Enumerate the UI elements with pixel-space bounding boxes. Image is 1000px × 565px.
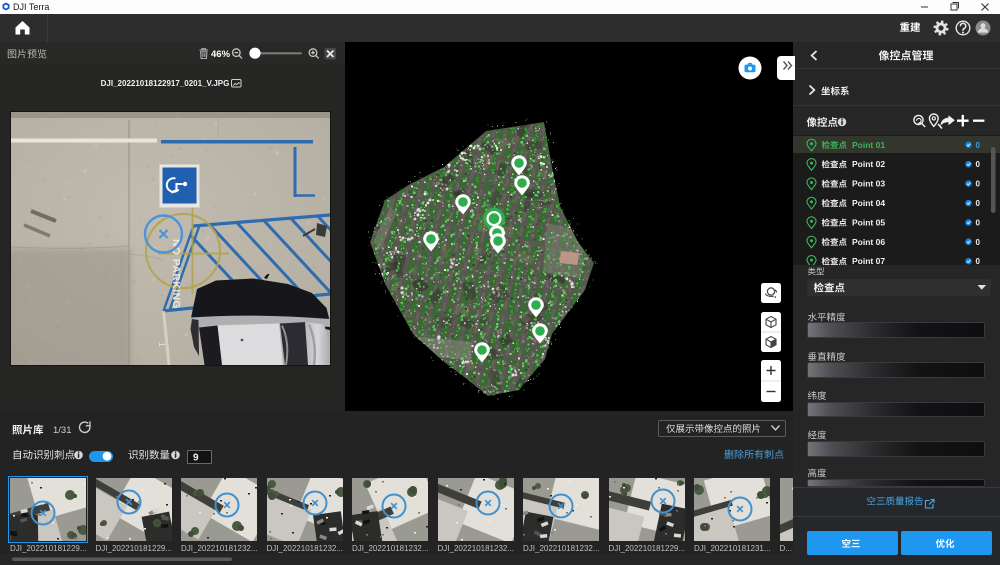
svg-text:Point 05: Point 05 [852,217,885,227]
svg-text:0: 0 [976,257,981,265]
svg-text:0: 0 [976,141,981,150]
svg-text:Point 01: Point 01 [852,140,885,150]
svg-text:Point 06: Point 06 [852,237,885,247]
svg-text:Point 02: Point 02 [852,159,885,169]
svg-text:Point 04: Point 04 [852,198,885,208]
svg-text:Point 03: Point 03 [852,179,885,189]
svg-text:0: 0 [976,218,981,227]
svg-text:0: 0 [976,199,981,208]
svg-text:1: 1 [157,342,167,347]
svg-text:0: 0 [976,160,981,169]
svg-text:Point 07: Point 07 [852,256,885,265]
svg-text:0: 0 [976,238,981,247]
svg-text:0: 0 [976,180,981,189]
